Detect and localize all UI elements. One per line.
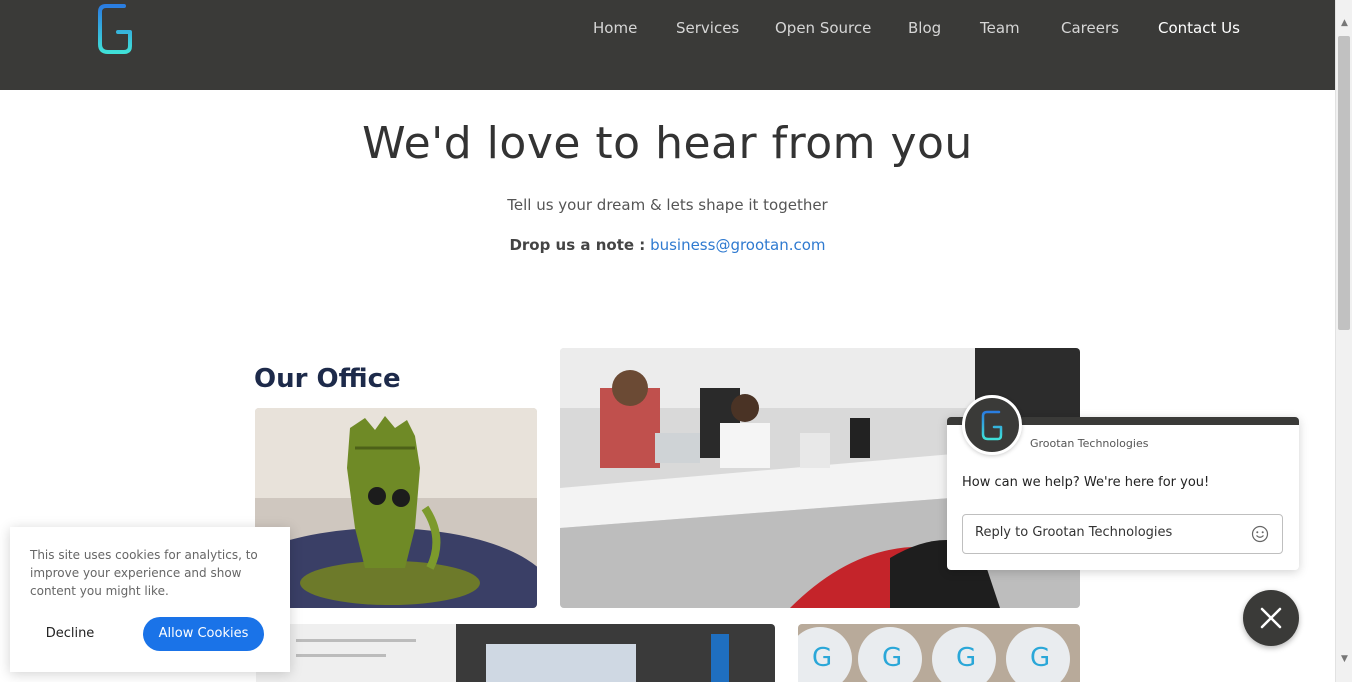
page-title: We'd love to hear from you	[362, 118, 973, 169]
cookie-message: This site uses cookies for analytics, to…	[30, 548, 258, 598]
nav-services[interactable]: Services	[676, 19, 739, 37]
svg-text:G: G	[882, 643, 902, 673]
scroll-up-icon[interactable]: ▲	[1339, 18, 1350, 29]
office-heading: Our Office	[254, 364, 401, 394]
decline-cookies-button[interactable]: Decline	[34, 617, 106, 651]
chat-avatar	[962, 395, 1022, 455]
chat-close-button[interactable]	[1243, 590, 1299, 646]
page-scrollbar[interactable]: ▲ ▼	[1335, 0, 1352, 682]
page-subtitle: Tell us your dream & lets shape it toget…	[507, 196, 828, 214]
nav-team[interactable]: Team	[980, 19, 1020, 37]
nav-blog[interactable]: Blog	[908, 19, 941, 37]
nav-open-source[interactable]: Open Source	[775, 19, 871, 37]
contact-note: Drop us a note : business@grootan.com	[0, 236, 1335, 254]
grootan-avatar-icon	[981, 410, 1003, 441]
scroll-down-icon[interactable]: ▼	[1339, 654, 1350, 665]
email-link[interactable]: business@grootan.com	[650, 236, 825, 254]
chat-reply-input[interactable]: Reply to Grootan Technologies	[962, 514, 1283, 554]
svg-text:G: G	[1030, 643, 1050, 673]
site-header: Home Services Open Source Blog Team Care…	[0, 0, 1335, 90]
cookie-banner: This site uses cookies for analytics, to…	[10, 527, 290, 672]
grootan-cupcakes-photo: G G G G	[798, 624, 1080, 682]
close-icon	[1260, 607, 1282, 629]
main-nav: Home Services Open Source Blog Team Care…	[0, 19, 1335, 39]
groot-figurine-photo	[255, 408, 537, 608]
nav-home[interactable]: Home	[593, 19, 637, 37]
chat-company-name: Grootan Technologies	[1030, 437, 1149, 450]
svg-text:G: G	[812, 643, 832, 673]
scrollbar-thumb[interactable]	[1338, 36, 1350, 330]
svg-text:G: G	[956, 643, 976, 673]
chat-message: How can we help? We're here for you!	[962, 475, 1210, 490]
nav-careers[interactable]: Careers	[1061, 19, 1119, 37]
nav-contact-us[interactable]: Contact Us	[1158, 19, 1240, 37]
allow-cookies-button[interactable]: Allow Cookies	[143, 617, 264, 651]
smiley-icon[interactable]	[1251, 525, 1269, 543]
whiteboard-photo	[256, 624, 775, 682]
note-label: Drop us a note :	[509, 236, 646, 254]
